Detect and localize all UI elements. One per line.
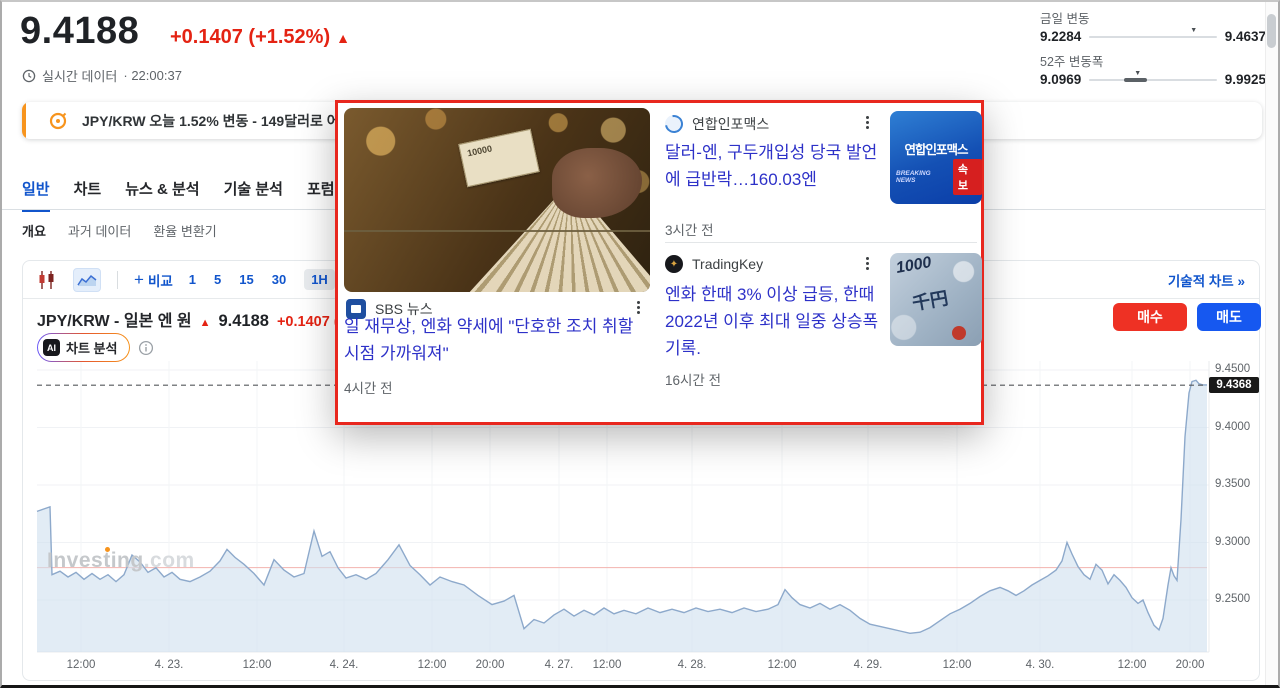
sub-nav: 개요 과거 데이터 환율 변환기 <box>22 221 217 240</box>
x-axis-label: 12:00 <box>592 659 622 671</box>
tab-3[interactable]: 기술 분석 <box>224 178 283 212</box>
daily-high: 9.4637 <box>1224 29 1266 44</box>
w52-low: 9.0969 <box>1040 72 1082 87</box>
info-icon[interactable] <box>138 340 154 356</box>
y-axis-label: 9.3500 <box>1215 478 1251 490</box>
news-source-name: TradingKey <box>692 256 764 272</box>
x-axis-label: 4. 27. <box>544 659 574 671</box>
tab-2[interactable]: 뉴스 & 분석 <box>125 178 199 212</box>
x-axis-label: 20:00 <box>475 659 505 671</box>
realtime-time: · 22:00:37 <box>123 68 182 83</box>
realtime-label: 실시간 데이터 <box>42 69 118 84</box>
price-change: +0.1407 (+1.52%) ▲ <box>170 26 350 48</box>
x-axis-label: 4. 29. <box>853 659 883 671</box>
tradingkey-icon: ✦ <box>665 255 683 273</box>
x-axis-label: 4. 30. <box>1025 659 1055 671</box>
watermark: Investing.com <box>47 547 195 572</box>
chart-symbol: JPY/KRW - 일본 엔 원 <box>37 313 192 330</box>
news-source-row: 연합인포맥스 <box>661 111 770 137</box>
interval-1H[interactable]: 1H <box>304 269 335 290</box>
interval-30[interactable]: 30 <box>272 272 286 287</box>
subnav-item-2[interactable]: 환율 변환기 <box>153 221 216 240</box>
news-popup: 10000 SBS 뉴스 일 재무상, 엔화 약세에 "단호한 조치 취할 시점… <box>335 100 984 425</box>
x-axis-label: 4. 23. <box>154 659 184 671</box>
tab-4[interactable]: 포럼 <box>307 178 335 212</box>
w52-range-row: 9.0969 ▼ 9.9925 <box>1040 70 1266 88</box>
clock-icon <box>22 69 36 82</box>
investing-jpykrw-page: 9.4188 +0.1407 (+1.52%) ▲ 실시간 데이터 · 22:00… <box>0 0 1280 688</box>
compare-button[interactable]: + 비교 <box>134 270 173 290</box>
up-arrow-icon: ▲ <box>336 30 350 46</box>
w52-range-segment <box>1123 77 1147 82</box>
chart-price: 9.4188 <box>218 312 269 330</box>
news-thumbnail-yen-note[interactable]: 1000 千円 <box>890 253 982 346</box>
w52-range-label: 52주 변동폭 <box>1040 55 1104 69</box>
daily-low: 9.2284 <box>1040 29 1082 44</box>
news-timestamp: 3시간 전 <box>665 223 714 238</box>
watermark-dot <box>105 547 110 552</box>
y-axis-label: 9.4000 <box>1215 420 1251 433</box>
target-icon <box>48 111 68 131</box>
news-image-yen-fan[interactable]: 10000 <box>344 108 650 292</box>
news-timestamp: 16시간 전 <box>665 373 722 388</box>
news-source-name: 연합인포맥스 <box>692 116 770 132</box>
y-axis-label: 9.4500 <box>1215 363 1251 375</box>
x-axis-label: 4. 24. <box>329 659 359 671</box>
news-headline[interactable]: 엔화 한때 3% 이상 급등, 한때 2022년 이후 최대 일중 상승폭 기록… <box>665 281 883 362</box>
interval-15[interactable]: 15 <box>239 272 253 287</box>
current-price-badge: 9.4368 <box>1209 377 1259 394</box>
daily-range-row: 9.2284 ▼ 9.4637 <box>1040 27 1266 45</box>
main-tabs: 일반 차트 뉴스 & 분석 기술 분석 포럼 <box>22 178 335 212</box>
y-axis-label: 9.2500 <box>1215 593 1251 605</box>
interval-1[interactable]: 1 <box>189 272 196 287</box>
scrollbar-thumb[interactable] <box>1267 14 1276 48</box>
x-axis-label: 12:00 <box>242 659 272 671</box>
x-axis-label: 4. 28. <box>677 659 707 671</box>
more-options-icon[interactable] <box>866 257 869 260</box>
current-price: 9.4188 <box>20 10 140 52</box>
buy-button[interactable]: 매수 <box>1113 303 1187 331</box>
interval-5[interactable]: 5 <box>214 272 221 287</box>
news-thumbnail-yonhap[interactable]: 연합인포맥스 BREAKING NEWS 속보 <box>890 111 982 204</box>
daily-range-bar: ▼ <box>1089 27 1217 38</box>
ai-analysis-row: AI 차트 분석 <box>37 333 154 362</box>
subnav-item-0[interactable]: 개요 <box>22 221 46 240</box>
x-axis-label: 12:00 <box>417 659 447 671</box>
popup-divider <box>665 242 977 243</box>
x-axis-label: 12:00 <box>1117 659 1147 671</box>
area-chart-icon[interactable] <box>73 267 101 292</box>
technical-chart-link[interactable]: 기술적 차트 » <box>1168 270 1245 290</box>
x-axis-label: 20:00 <box>1175 659 1205 671</box>
yonhap-infomax-icon <box>661 111 687 137</box>
tab-1[interactable]: 차트 <box>74 178 102 212</box>
more-options-icon[interactable] <box>866 116 869 119</box>
daily-marker-icon: ▼ <box>1190 26 1198 34</box>
more-options-icon[interactable] <box>637 301 640 304</box>
subnav-item-1[interactable]: 과거 데이터 <box>68 221 131 240</box>
daily-range-label: 금일 변동 <box>1040 12 1090 26</box>
news-timestamp: 4시간 전 <box>344 381 393 396</box>
news-headline[interactable]: 달러-엔, 구두개입성 당국 발언에 급반락…160.03엔 <box>665 139 883 193</box>
ai-chart-analysis-button[interactable]: AI 차트 분석 <box>37 333 130 362</box>
ai-icon: AI <box>43 339 60 356</box>
news-headline[interactable]: 일 재무상, 엔화 약세에 "단호한 조치 취할 시점 가까워져" <box>344 313 650 367</box>
w52-range-bar: ▼ <box>1089 70 1217 82</box>
sell-button[interactable]: 매도 <box>1197 303 1261 331</box>
w52-high: 9.9925 <box>1224 72 1266 87</box>
y-axis-label: 9.3000 <box>1215 535 1251 548</box>
range-panel: 금일 변동 9.2284 ▼ 9.4637 52주 변동폭 9.0969 ▼ 9… <box>1040 8 1266 94</box>
candlestick-chart-icon[interactable] <box>37 270 57 289</box>
x-axis-label: 12:00 <box>66 659 96 671</box>
tab-0[interactable]: 일반 <box>22 178 50 212</box>
toolbar-divider <box>117 270 118 289</box>
ai-label: 차트 분석 <box>66 341 118 356</box>
realtime-row: 실시간 데이터 · 22:00:37 <box>22 66 182 85</box>
scrollbar-track[interactable] <box>1265 2 1278 685</box>
banner-accent-bar <box>22 102 26 139</box>
x-axis-label: 12:00 <box>767 659 797 671</box>
chart-up-arrow-icon: ▲ <box>199 317 211 329</box>
w52-marker-icon: ▼ <box>1134 69 1142 77</box>
news-source-row: ✦ TradingKey <box>665 255 763 273</box>
x-axis-label: 12:00 <box>942 659 972 671</box>
